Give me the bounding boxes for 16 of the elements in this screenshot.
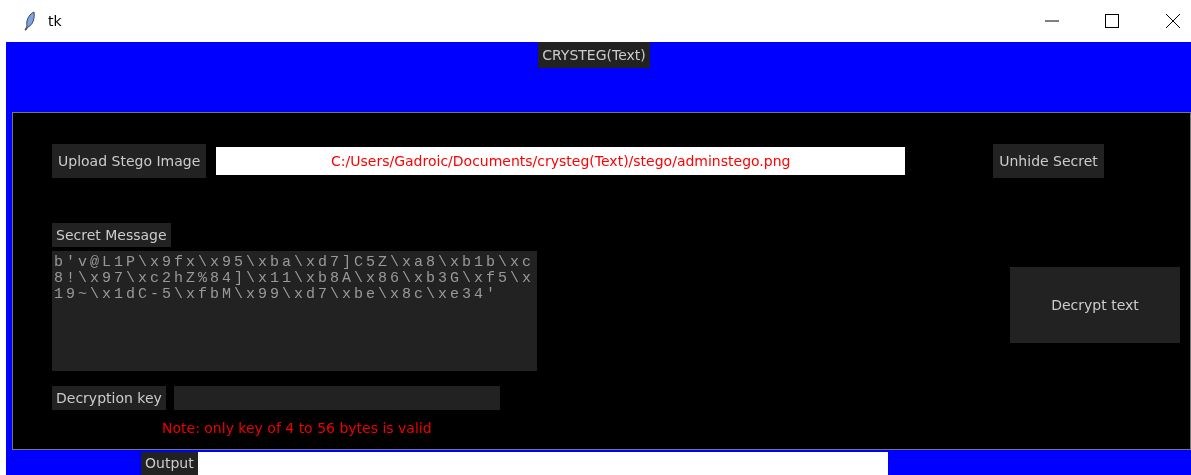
- secret-message-field[interactable]: b'v@L1P\x9fx\x95\xba\xd7]C5Z\xa8\xb1b\xc8!\x97\xc2hZ%84]\x11\xb8A\x86\xb3G\xf5\x19~\x1dC-5\xfbM\x99\xd7\xbe\x8c\xe34': [52, 251, 537, 371]
- decrypt-button[interactable]: Decrypt text: [1010, 267, 1180, 343]
- output-field[interactable]: [197, 452, 888, 475]
- close-icon[interactable]: [1165, 13, 1181, 29]
- unhide-button[interactable]: Unhide Secret: [993, 144, 1104, 178]
- secret-label: Secret Message: [52, 223, 171, 247]
- app-title: CRYSTEG(Text): [538, 42, 650, 68]
- window-title: tk: [48, 13, 62, 29]
- output-label: Output: [141, 452, 198, 475]
- maximize-icon[interactable]: [1105, 14, 1119, 28]
- note-text: Note: only key of 4 to 56 bytes is valid: [162, 420, 432, 436]
- path-field[interactable]: C:/Users/Gadroic/Documents/crysteg(Text)/stego/adminstego.png: [216, 147, 906, 175]
- key-field[interactable]: [173, 386, 500, 410]
- upload-button[interactable]: Upload Stego Image: [52, 144, 207, 178]
- feather-icon: [24, 11, 36, 31]
- key-label: Decryption key: [52, 386, 166, 410]
